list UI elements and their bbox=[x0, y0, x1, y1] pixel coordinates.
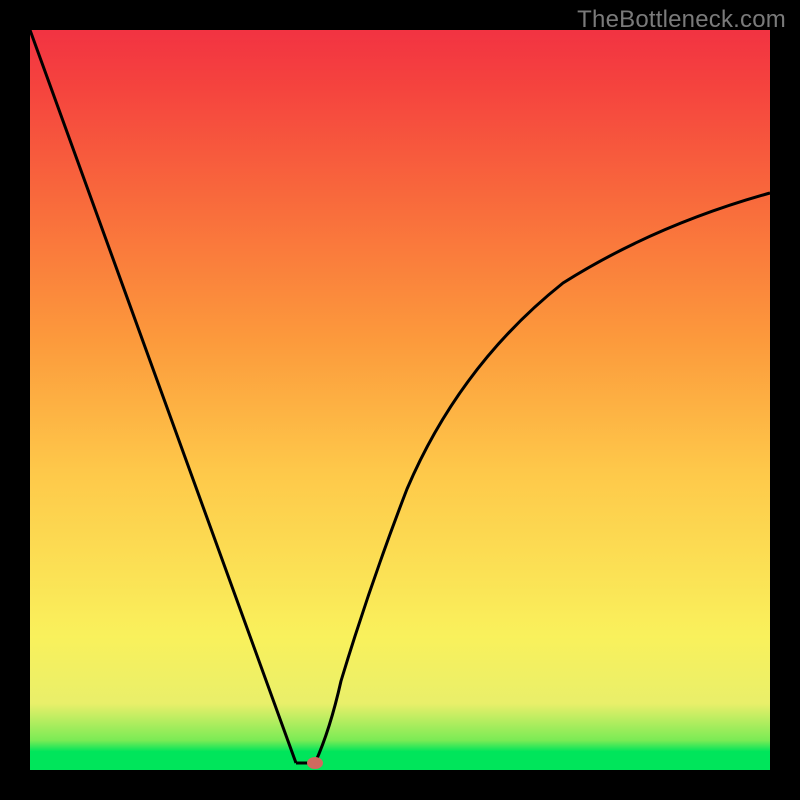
watermark-text: TheBottleneck.com bbox=[577, 6, 786, 34]
chart-frame: TheBottleneck.com bbox=[0, 0, 800, 800]
plot-area bbox=[30, 30, 770, 770]
valley-marker bbox=[307, 757, 323, 769]
bottleneck-curve bbox=[30, 30, 770, 770]
left-descent bbox=[30, 30, 296, 763]
right-ascent bbox=[315, 193, 770, 763]
